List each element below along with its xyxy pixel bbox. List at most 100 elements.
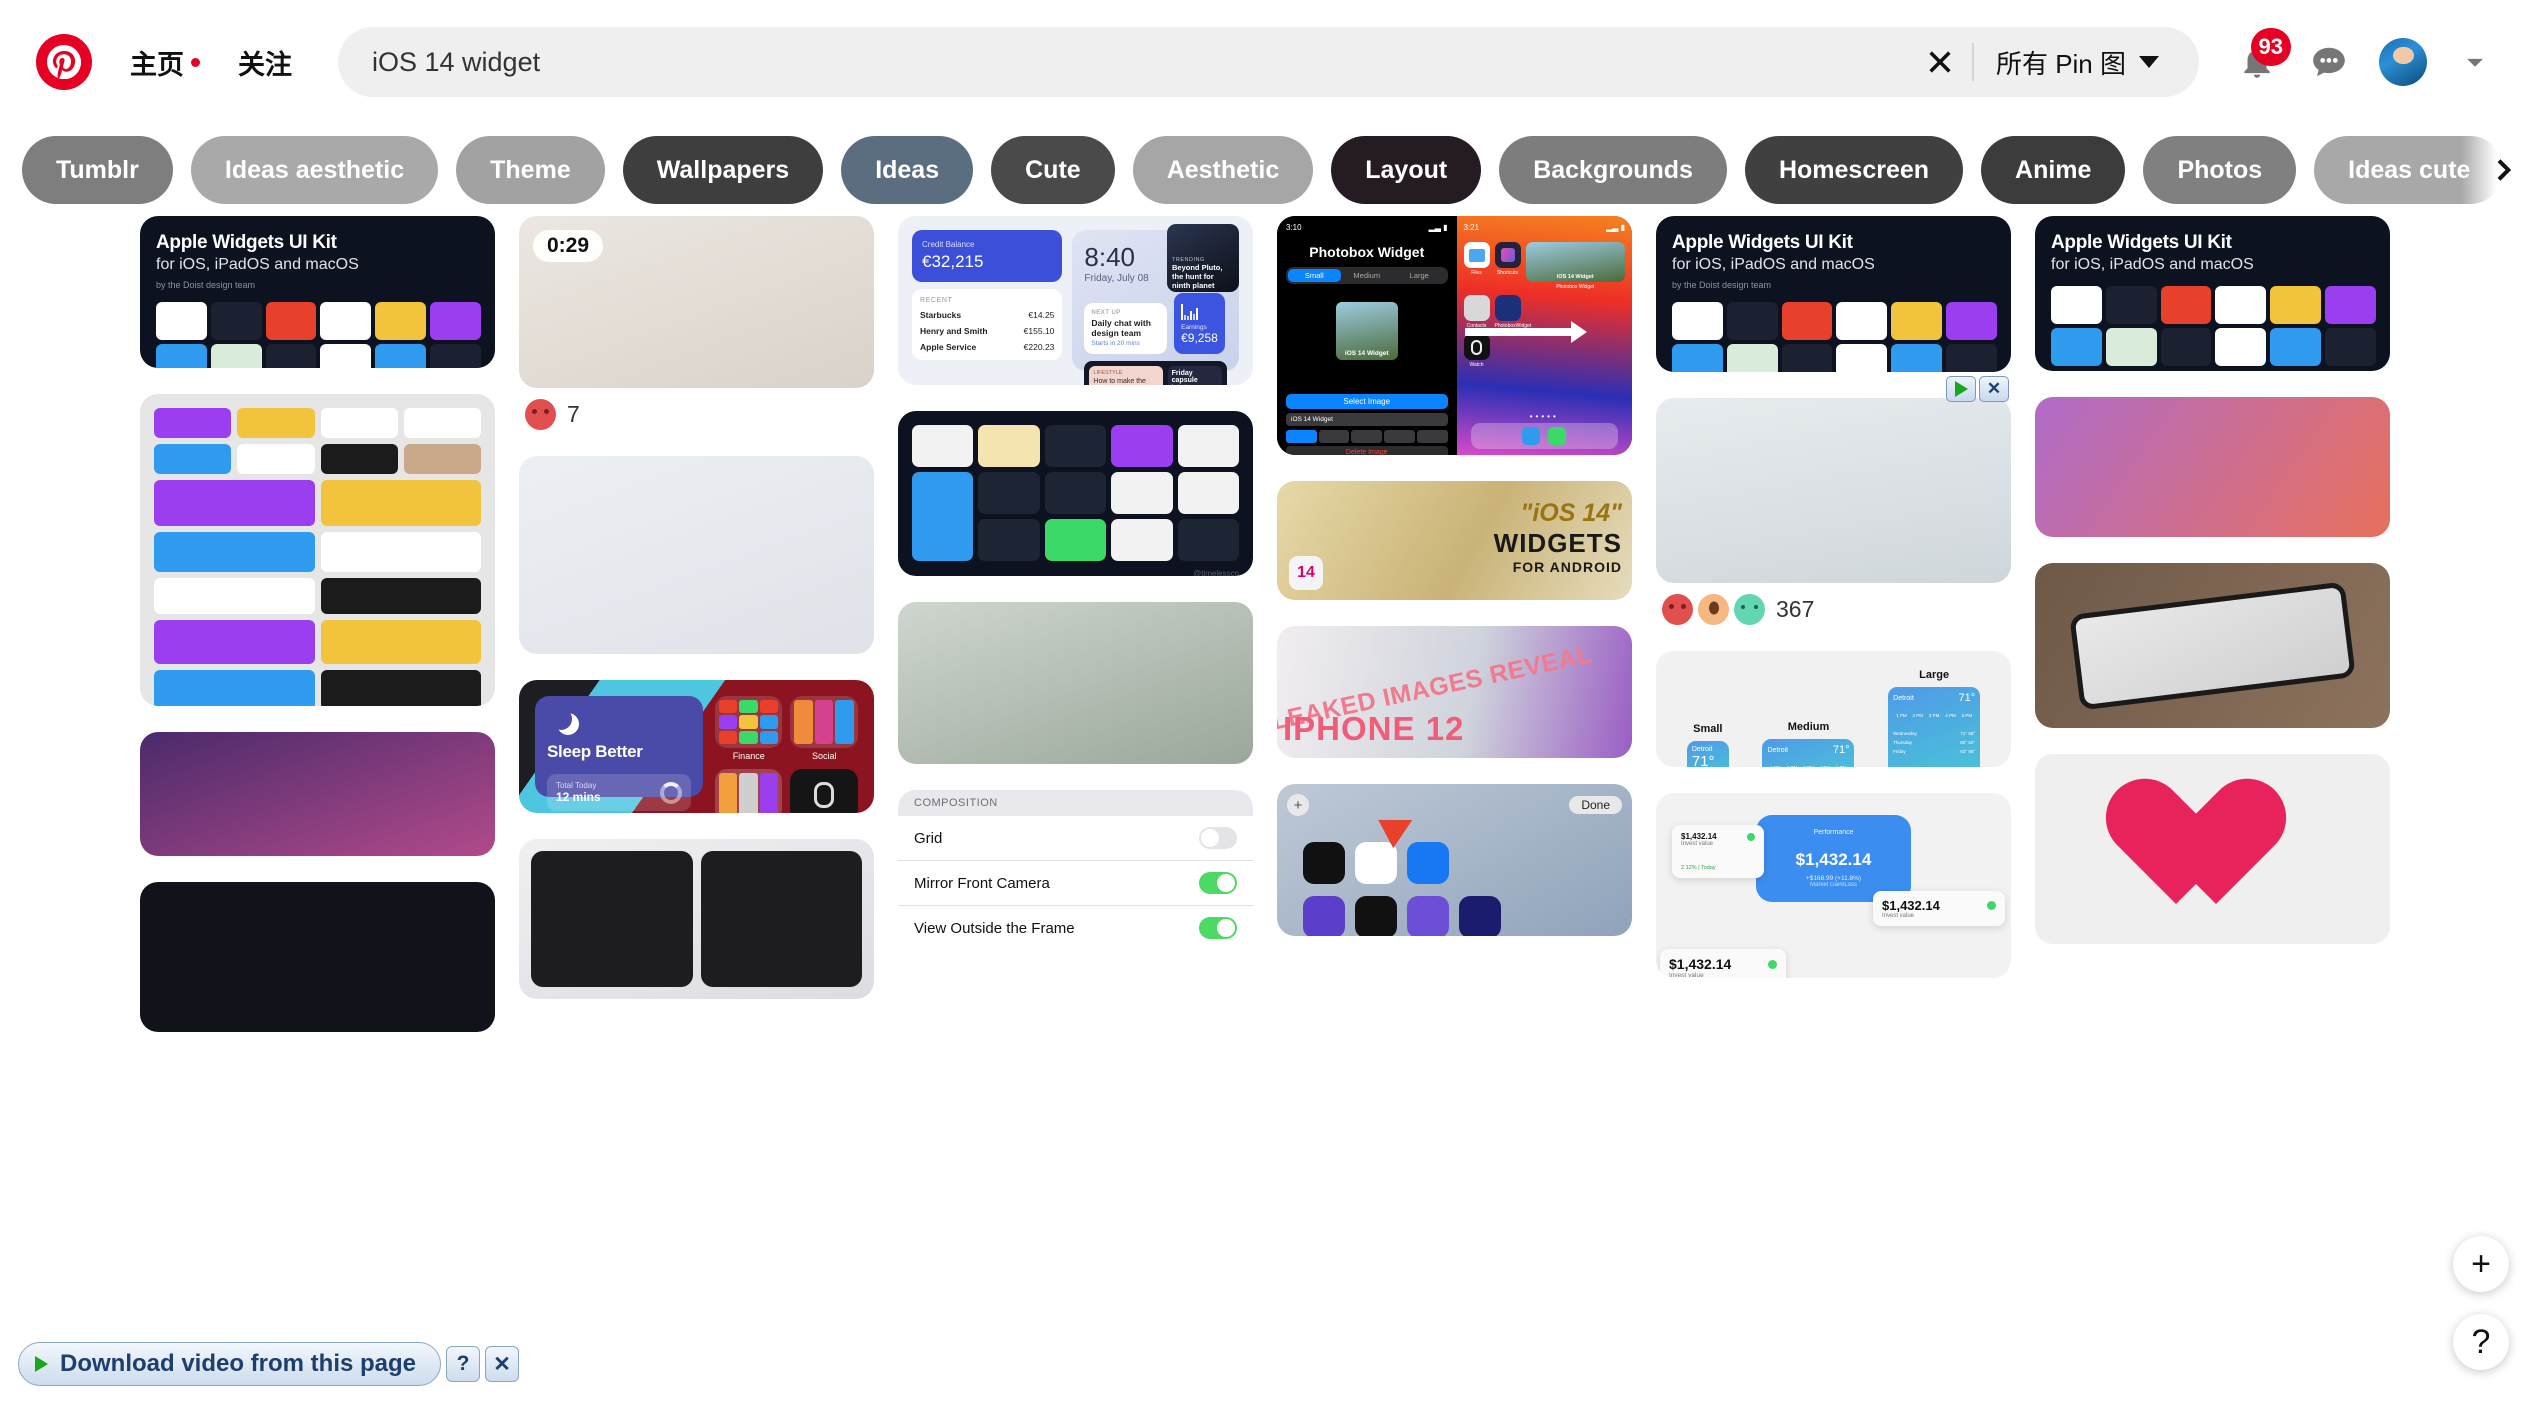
search-input[interactable] bbox=[372, 46, 1918, 78]
filter-pill-homescreen[interactable]: Homescreen bbox=[1744, 136, 1964, 204]
done-button[interactable]: Done bbox=[1569, 796, 1622, 814]
pin-apple-widgets-kit-3[interactable]: Apple Widgets UI Kit for iOS, iPadOS and… bbox=[2035, 216, 2390, 371]
search-bar[interactable]: 所有 Pin 图 bbox=[338, 27, 2199, 97]
grid-column-2: 0:29 7 Sleep Better Total Today 12 mins bbox=[519, 216, 874, 1402]
moon-icon bbox=[550, 708, 572, 730]
pin-grid: Apple Widgets UI Kit for iOS, iPadOS and… bbox=[0, 216, 2535, 1402]
toggle-switch[interactable] bbox=[1199, 917, 1237, 939]
sleep-total-label: Total Today bbox=[556, 781, 597, 790]
forecast-hi: 80° bbox=[1960, 740, 1968, 745]
messages-button[interactable] bbox=[2299, 32, 2359, 92]
pin-reactions[interactable]: 367 bbox=[1656, 594, 2011, 625]
nav-home[interactable]: 主页 bbox=[130, 43, 200, 82]
pin-reactions[interactable]: 7 bbox=[519, 399, 874, 430]
delete-image-button[interactable]: Delete Image bbox=[1286, 446, 1448, 455]
create-pin-button[interactable]: + bbox=[2453, 1236, 2509, 1292]
size-option-medium[interactable]: Medium bbox=[1341, 269, 1394, 282]
pin-video-desk[interactable]: 0:29 7 bbox=[519, 216, 874, 430]
pin-apple-widgets-kit-1[interactable]: Apple Widgets UI Kit for iOS, iPadOS and… bbox=[140, 216, 495, 368]
pin-big-heart[interactable] bbox=[2035, 754, 2390, 944]
settings-row-mirror[interactable]: Mirror Front Camera bbox=[898, 861, 1253, 906]
sleep-total: Total Today 12 mins bbox=[547, 774, 691, 811]
finance-amount: $1,432.14 bbox=[1795, 850, 1872, 869]
download-extension-bar[interactable]: Download video from this page ? ✕ bbox=[18, 1342, 520, 1386]
filter-pill-layout[interactable]: Layout bbox=[1331, 136, 1482, 204]
search-scope-label: 所有 Pin 图 bbox=[1995, 48, 2126, 79]
pin-pink-app-folder[interactable] bbox=[2035, 397, 2390, 537]
add-icon[interactable]: + bbox=[1287, 794, 1309, 816]
trending-title: Beyond Pluto, the hunt for ninth planet bbox=[1172, 263, 1223, 290]
card-change: 2.12% | Today bbox=[1681, 865, 1716, 871]
pin-dark-code-editor[interactable] bbox=[140, 882, 495, 1032]
account-menu-button[interactable] bbox=[2445, 32, 2505, 92]
pin-camera-settings[interactable]: COMPOSITION Grid Mirror Front Camera Vie… bbox=[898, 790, 1253, 942]
size-option-large[interactable]: Large bbox=[1393, 269, 1446, 282]
pin-purple-home-screen[interactable] bbox=[140, 732, 495, 856]
pin-ios14-widgets-android[interactable]: "iOS 14" WIDGETS FOR ANDROID 14 bbox=[1277, 481, 1632, 600]
pin-finance-app-widgets[interactable]: Performance $1,432.14 +$168.99 (+11.8%) … bbox=[1656, 793, 2011, 978]
filter-pill-aesthetic[interactable]: Aesthetic bbox=[1132, 136, 1314, 204]
pin-image: Small Detroit 71° Medium Detroit 71° Lar… bbox=[1656, 651, 2011, 767]
user-avatar[interactable] bbox=[2379, 38, 2427, 86]
pin-image: Credit Balance €32,215 RECENT Starbucks €… bbox=[898, 216, 1253, 385]
filter-pill-ideas-aesthetic[interactable]: Ideas aesthetic bbox=[190, 136, 439, 204]
pin-image bbox=[140, 394, 495, 706]
nav-following[interactable]: 关注 bbox=[238, 43, 292, 82]
weather-hour: 1 PM bbox=[1770, 765, 1781, 767]
trending-tag: TRENDING bbox=[1172, 257, 1205, 263]
pin-image bbox=[140, 732, 495, 856]
pin-weather-widget-sizes[interactable]: Small Detroit 71° Medium Detroit 71° Lar… bbox=[1656, 651, 2011, 767]
filters-next-button[interactable] bbox=[2461, 124, 2535, 216]
search-scope-dropdown[interactable]: 所有 Pin 图 bbox=[1996, 44, 2173, 81]
toggle-switch[interactable] bbox=[1199, 827, 1237, 849]
ios14-line-1: "iOS 14" bbox=[1520, 499, 1622, 527]
lifestyle-tag: LIFESTYLE bbox=[1093, 370, 1123, 376]
pin-leaked-iphone-12[interactable]: LEAKED IMAGES REVEAL IPHONE 12 bbox=[1277, 626, 1632, 758]
finance-card-2: $1,432.14 Invest value bbox=[1873, 891, 2005, 926]
filter-pill-backgrounds[interactable]: Backgrounds bbox=[1499, 136, 1727, 204]
pin-photobox-widget[interactable]: 3:10 ▂▃ ▮ Photobox Widget Small Medium La… bbox=[1277, 216, 1632, 455]
pin-blurred-phone-home[interactable] bbox=[898, 602, 1253, 764]
settings-row-outside-frame[interactable]: View Outside the Frame bbox=[898, 906, 1253, 942]
filter-pill-wallpapers[interactable]: Wallpapers bbox=[622, 136, 824, 204]
pin-sleep-better-widget[interactable]: Sleep Better Total Today 12 mins Finance bbox=[519, 680, 874, 813]
download-video-overlay[interactable]: ✕ bbox=[1946, 376, 2009, 402]
help-button[interactable]: ? bbox=[2453, 1314, 2509, 1370]
filter-pill-tumblr[interactable]: Tumblr bbox=[22, 136, 173, 204]
pin-widget-screenshot-board[interactable] bbox=[140, 394, 495, 706]
balance-value: €32,215 bbox=[922, 252, 984, 271]
pin-widget-collage-dark[interactable]: @timelessco bbox=[898, 411, 1253, 576]
card-label: Invest value bbox=[1669, 972, 1704, 978]
pin-bank-dashboard-widgets[interactable]: Credit Balance €32,215 RECENT Starbucks €… bbox=[898, 216, 1253, 385]
filter-pill-theme[interactable]: Theme bbox=[456, 136, 605, 204]
pin-phone-on-wood[interactable] bbox=[2035, 563, 2390, 728]
watch-app-icon bbox=[790, 769, 858, 813]
toggle-switch[interactable] bbox=[1199, 872, 1237, 894]
balance-label: Credit Balance bbox=[922, 240, 975, 249]
pinterest-logo-icon[interactable] bbox=[36, 34, 92, 90]
nextup-sub: Starts in 20 mins bbox=[1091, 340, 1140, 347]
filter-pill-photos[interactable]: Photos bbox=[2143, 136, 2297, 204]
grid-column-4: 3:10 ▂▃ ▮ Photobox Widget Small Medium La… bbox=[1277, 216, 1632, 1402]
weather-temp: 71° bbox=[1691, 753, 1715, 767]
lifestyle-title: How to make the perfect morning coffee bbox=[1093, 378, 1146, 385]
text-field[interactable]: iOS 14 Widget bbox=[1286, 413, 1448, 426]
pin-iphone-app-icons[interactable]: + Done bbox=[1277, 784, 1632, 936]
pin-two-iphones-mockup[interactable] bbox=[519, 456, 874, 654]
pin-apple-widgets-kit-2[interactable]: Apple Widgets UI Kit for iOS, iPadOS and… bbox=[1656, 216, 2011, 372]
download-play-button[interactable] bbox=[1946, 376, 1976, 402]
filter-pill-ideas[interactable]: Ideas bbox=[841, 136, 974, 204]
search-clear-button[interactable] bbox=[1918, 40, 1962, 84]
download-close-button[interactable]: ✕ bbox=[1979, 376, 2009, 402]
download-video-button[interactable]: Download video from this page bbox=[18, 1342, 442, 1386]
filter-pill-cute[interactable]: Cute bbox=[991, 136, 1115, 204]
filter-pill-anime[interactable]: Anime bbox=[1981, 136, 2126, 204]
notifications-button[interactable]: 93 bbox=[2227, 28, 2291, 92]
select-image-button[interactable]: Select Image bbox=[1286, 394, 1448, 409]
extension-close-button[interactable]: ✕ bbox=[485, 1346, 520, 1382]
pin-iphone-widget-pair[interactable] bbox=[519, 839, 874, 999]
settings-row-grid[interactable]: Grid bbox=[898, 816, 1253, 861]
size-option-small[interactable]: Small bbox=[1288, 269, 1341, 282]
extension-help-button[interactable]: ? bbox=[446, 1346, 481, 1382]
pin-hand-holding-phone[interactable]: ✕ 367 bbox=[1656, 376, 2011, 625]
